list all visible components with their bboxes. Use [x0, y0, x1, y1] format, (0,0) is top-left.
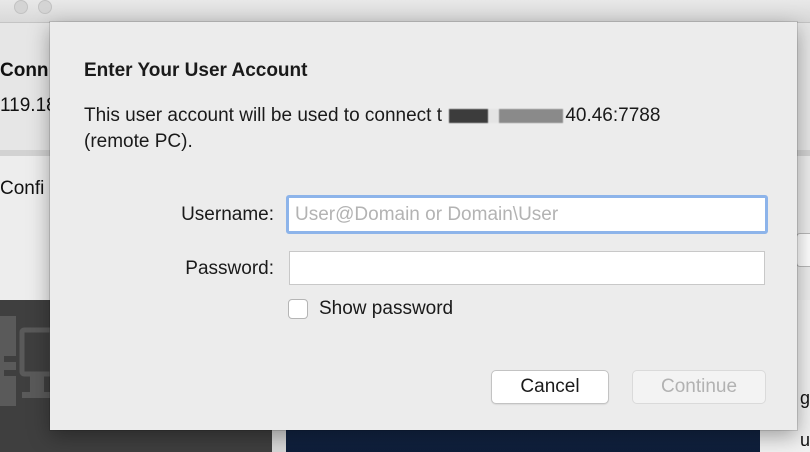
description-text: This user account will be used to connec…: [84, 105, 443, 126]
show-password-label[interactable]: Show password: [319, 298, 453, 320]
background-heading: Conn: [0, 60, 49, 81]
dialog-description: This user account will be used to connec…: [84, 103, 774, 155]
window-close-icon[interactable]: [14, 0, 28, 14]
background-right-text: g: [800, 388, 810, 408]
dialog-title: Enter Your User Account: [84, 60, 308, 81]
redacted-ip: [449, 108, 564, 123]
background-section-label: Confi: [0, 178, 45, 199]
description-line2: (remote PC).: [84, 131, 193, 152]
username-input[interactable]: [286, 195, 768, 234]
password-input[interactable]: [289, 251, 765, 285]
background-right-text: ug: [800, 430, 810, 450]
password-label: Password:: [185, 258, 274, 279]
window-titlebar: [0, 0, 810, 23]
show-password-option[interactable]: Show password: [288, 298, 453, 320]
show-password-checkbox[interactable]: [288, 299, 308, 319]
background-ip-text: 119.18: [0, 95, 57, 116]
background-field-edge: [796, 233, 810, 267]
description-ip-suffix: 40.46:7788: [565, 105, 661, 126]
screen: Conn 119.18 Confi g ug Enter Your User A…: [0, 0, 810, 452]
continue-button[interactable]: Continue: [632, 370, 766, 404]
username-label: Username:: [181, 204, 274, 225]
window-minimize-icon[interactable]: [38, 0, 52, 14]
user-account-dialog: Enter Your User Account This user accoun…: [50, 22, 797, 430]
cancel-button[interactable]: Cancel: [491, 370, 609, 404]
